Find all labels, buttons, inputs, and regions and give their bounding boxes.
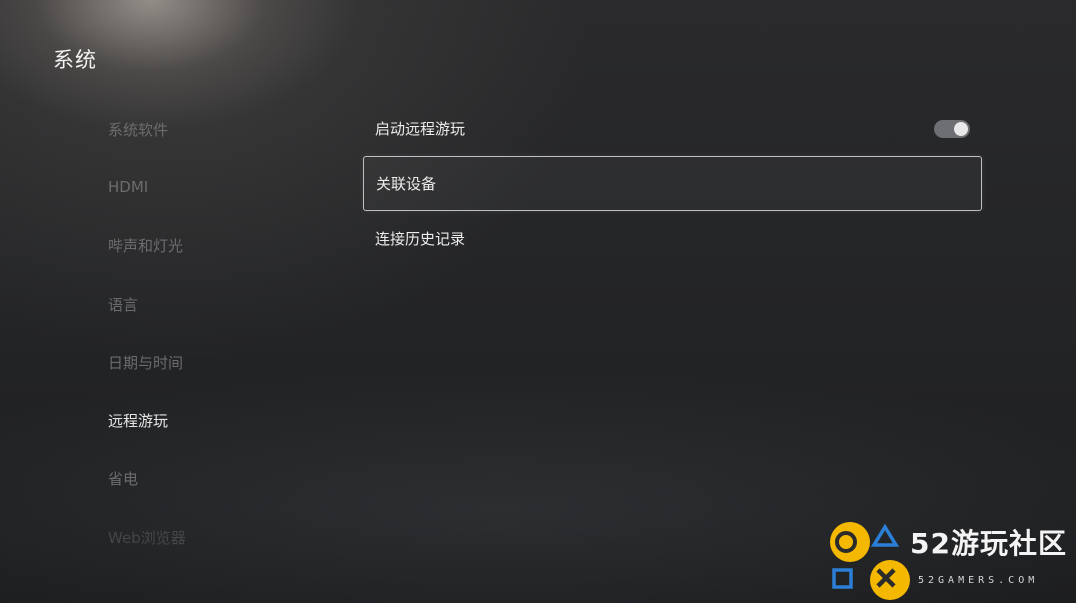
ps-buttons-logo-icon (830, 522, 910, 600)
watermark-site: 52GAMERS.COM (918, 575, 1039, 586)
triangle-symbol-icon (870, 523, 900, 547)
watermark-logo: 52游玩社区 52GAMERS.COM (826, 518, 1074, 603)
link-device-row[interactable]: 关联设备 (363, 156, 982, 211)
page-title: 系统 (53, 48, 97, 72)
connection-history-row[interactable]: 连接历史记录 (363, 211, 982, 266)
sidebar-item-label: 远程游玩 (108, 412, 169, 431)
sidebar-item-hdmi[interactable]: HDMI (108, 158, 328, 216)
sidebar-item-beep-and-light[interactable]: 哔声和灯光 (108, 217, 328, 275)
sidebar-item-label: 语言 (108, 295, 139, 314)
sidebar-item-label: 省电 (108, 470, 139, 489)
sidebar-item-label: HDMI (108, 178, 149, 197)
sidebar-item-date-time[interactable]: 日期与时间 (108, 333, 328, 391)
enable-remote-play-row[interactable]: 启动远程游玩 (363, 101, 982, 156)
sidebar-item-label: Web浏览器 (108, 528, 186, 547)
sidebar-item-system-software[interactable]: 系统软件 (108, 100, 328, 158)
sidebar-item-remote-play[interactable]: 远程游玩 (108, 391, 328, 449)
row-label: 连接历史记录 (375, 230, 466, 248)
sidebar-item-label: 系统软件 (108, 120, 169, 139)
watermark-name: 52游玩社区 (910, 527, 1067, 560)
enable-remote-play-toggle[interactable] (934, 119, 970, 138)
row-label: 启动远程游玩 (375, 120, 466, 138)
sidebar-item-language[interactable]: 语言 (108, 275, 328, 333)
sidebar-item-label: 哔声和灯光 (108, 237, 184, 256)
remote-play-settings: 启动远程游玩 关联设备 连接历史记录 (363, 101, 982, 266)
toggle-knob (954, 121, 968, 136)
square-symbol-icon (832, 568, 853, 589)
sidebar-item-web-browser[interactable]: Web浏览器 (108, 508, 328, 566)
sidebar-item-label: 日期与时间 (108, 353, 184, 372)
sidebar-item-power-saving[interactable]: 省电 (108, 450, 328, 508)
row-label: 关联设备 (376, 175, 437, 193)
settings-sidebar: 系统软件 HDMI 哔声和灯光 语言 日期与时间 远程游玩 省电 Web浏览器 (108, 100, 328, 566)
